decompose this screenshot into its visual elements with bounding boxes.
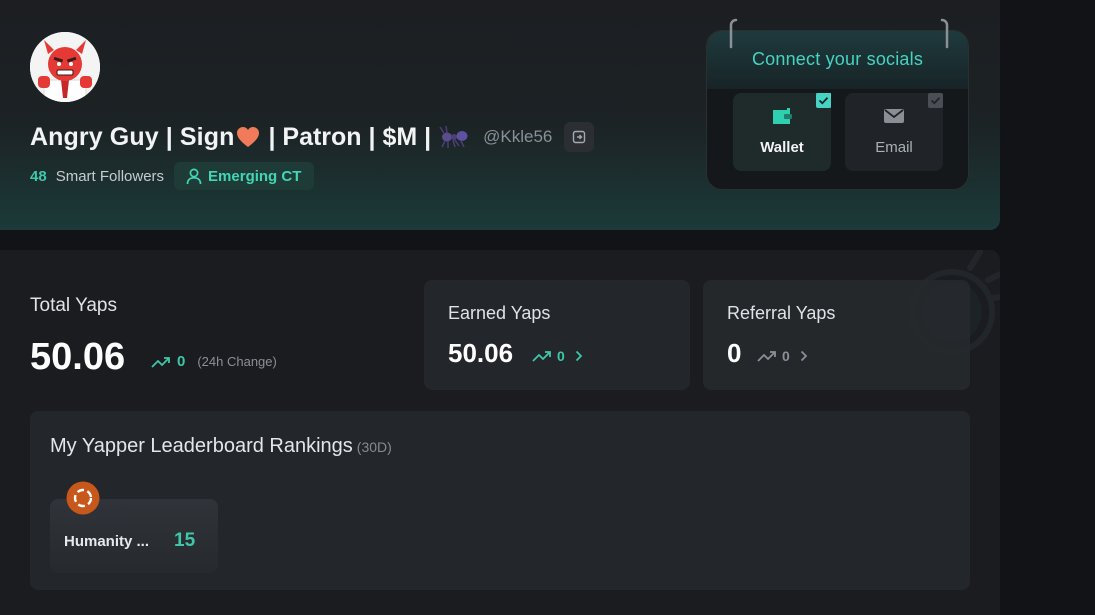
referral-yaps-card[interactable]: Referral Yaps 0 0 bbox=[703, 280, 970, 390]
referral-yaps-label: Referral Yaps bbox=[727, 303, 836, 323]
user-icon bbox=[186, 168, 202, 184]
trend-up-icon bbox=[757, 351, 776, 362]
profile-name-row: Angry Guy | Sign | Patron | $M | @Kkle56 bbox=[30, 118, 595, 156]
profile-card: Angry Guy | Sign | Patron | $M | @Kkle56… bbox=[0, 0, 1000, 230]
earned-yaps-change: 0 bbox=[532, 348, 583, 364]
avatar[interactable] bbox=[30, 32, 100, 102]
ranking-position: 15 bbox=[174, 530, 196, 551]
wallet-icon bbox=[773, 108, 792, 124]
socials-title: Connect your socials bbox=[751, 49, 924, 69]
angry-avatar-icon bbox=[30, 32, 100, 102]
trend-up-icon bbox=[151, 356, 170, 368]
connected-check-icon bbox=[816, 93, 831, 108]
humanity-logo-icon bbox=[66, 481, 100, 515]
referral-yaps-change-value: 0 bbox=[782, 348, 790, 364]
email-label: Email bbox=[875, 139, 913, 156]
binder-ring-icon bbox=[940, 18, 949, 49]
ranking-project-name: Humanity ... bbox=[64, 533, 150, 550]
earned-yaps-value: 50.06 bbox=[448, 338, 514, 368]
heart-icon bbox=[237, 127, 260, 147]
wallet-connect-tile[interactable]: Wallet bbox=[733, 93, 831, 171]
binder-ring-icon bbox=[729, 18, 738, 49]
total-yaps-change-value: 0 bbox=[177, 353, 186, 370]
email-connect-tile[interactable]: Email bbox=[845, 93, 943, 171]
connect-socials-card: Connect your socials Wallet Email bbox=[706, 18, 969, 190]
profile-handle: @Kkle56 bbox=[483, 127, 553, 146]
tier-badge: Emerging CT bbox=[174, 162, 315, 190]
tier-badge-label: Emerging CT bbox=[208, 167, 302, 185]
followers-row: 48 Smart Followers Emerging CT bbox=[30, 162, 315, 190]
yaps-stats-panel: Total Yaps 50.06 0 (24h Change) Earned Y… bbox=[0, 250, 1000, 615]
wallet-label: Wallet bbox=[760, 139, 804, 156]
ant-icon bbox=[439, 125, 468, 148]
external-link-icon bbox=[573, 130, 586, 144]
trend-up-icon bbox=[532, 351, 551, 362]
open-profile-button[interactable] bbox=[564, 122, 595, 152]
total-yaps-value: 50.06 bbox=[30, 336, 126, 378]
leaderboard-title-text: My Yapper Leaderboard Rankings bbox=[50, 435, 353, 457]
unconnected-check-icon bbox=[928, 93, 943, 108]
profile-name-suffix: | Patron | $M | bbox=[268, 122, 432, 151]
smart-followers-label[interactable]: Smart Followers bbox=[56, 168, 164, 185]
profile-name: Angry Guy | Sign bbox=[30, 122, 235, 151]
leaderboard-rankings-card: My Yapper Leaderboard Rankings (30D) Huma… bbox=[30, 411, 970, 590]
change-period-note: (24h Change) bbox=[197, 354, 277, 369]
earned-yaps-change-value: 0 bbox=[557, 348, 565, 364]
earned-yaps-label: Earned Yaps bbox=[448, 303, 551, 323]
mail-icon bbox=[884, 109, 904, 123]
referral-yaps-change: 0 bbox=[757, 348, 808, 364]
smart-followers-count: 48 bbox=[30, 167, 47, 185]
page-gutter bbox=[1000, 0, 1095, 615]
earned-yaps-card[interactable]: Earned Yaps 50.06 0 bbox=[424, 280, 690, 390]
leaderboard-period: (30D) bbox=[356, 439, 392, 455]
total-yaps-label: Total Yaps bbox=[30, 295, 117, 316]
referral-yaps-value: 0 bbox=[727, 338, 742, 368]
chevron-right-icon[interactable] bbox=[800, 350, 808, 362]
chevron-right-icon[interactable] bbox=[575, 350, 583, 362]
leaderboard-title: My Yapper Leaderboard Rankings (30D) bbox=[50, 435, 392, 458]
total-yaps-change: 0 (24h Change) bbox=[151, 353, 277, 370]
